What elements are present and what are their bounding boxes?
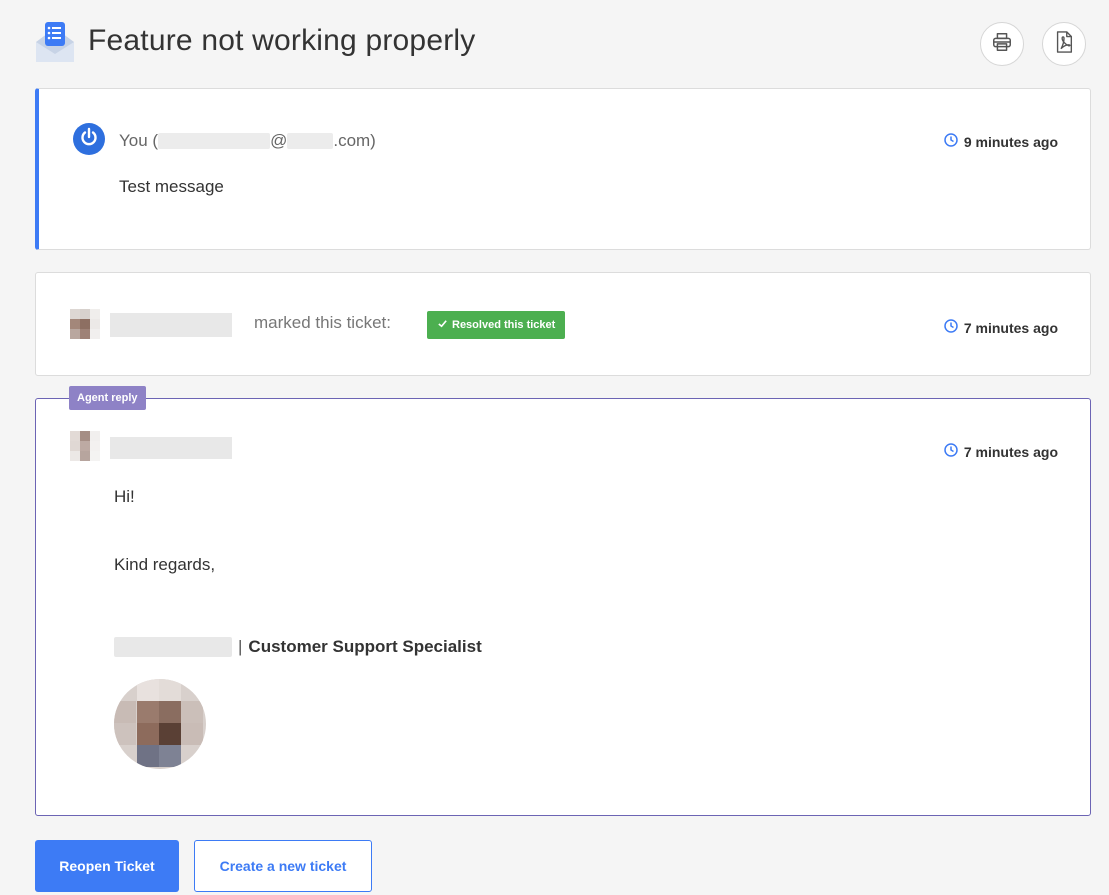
email-suffix: .com) [333,131,376,150]
redacted-signature-name [114,637,232,657]
print-button[interactable] [980,22,1024,66]
status-event-card: marked this ticket: Resolved this ticket… [35,272,1091,376]
resolved-badge-label: Resolved this ticket [452,319,556,331]
timestamp-text: 9 minutes ago [963,133,1058,150]
clock-icon [944,319,958,336]
page-title: Feature not working properly [88,24,476,57]
reply-signature: | Customer Support Specialist [114,637,482,657]
create-new-ticket-button[interactable]: Create a new ticket [194,840,372,892]
email-at: @ [270,131,288,150]
power-icon [79,127,99,152]
sender-prefix: You ( [119,131,159,150]
redacted-agent-name [110,313,232,337]
reply-closing: Kind regards, [114,555,216,574]
status-action-text: marked this ticket: [254,313,391,332]
signature-photo [114,679,206,769]
ticket-header: Feature not working properly [34,22,1094,70]
message-timestamp: 9 minutes ago [944,133,1058,150]
clock-icon [944,133,958,150]
clock-icon [944,443,958,460]
redacted-email-domain [287,133,334,149]
check-icon [437,318,448,332]
printer-icon [991,31,1013,58]
reply-timestamp: 7 minutes ago [944,443,1058,460]
message-card: You ( @ .com) Test message 9 minutes ago [35,88,1091,250]
reopen-ticket-button[interactable]: Reopen Ticket [35,840,179,892]
message-sender: You ( @ .com) [119,131,376,151]
status-timestamp: 7 minutes ago [944,319,1058,336]
user-avatar [73,123,105,155]
pdf-button[interactable] [1042,22,1086,66]
agent-reply-card: 7 minutes ago Hi! Kind regards, | Custom… [35,398,1091,816]
signature-separator: | [238,637,243,656]
message-body: Test message [119,177,224,196]
redacted-email-user [158,133,271,149]
signature-title: Customer Support Specialist [248,637,482,656]
agent-reply-avatar [70,431,100,461]
envelope-list-icon [34,22,76,64]
timestamp-text: 7 minutes ago [963,443,1058,460]
agent-reply-badge: Agent reply [69,386,146,410]
redacted-agent-name [110,437,232,459]
reply-greeting: Hi! [114,487,135,506]
agent-avatar [70,309,100,339]
resolved-badge: Resolved this ticket [427,311,566,339]
timestamp-text: 7 minutes ago [963,319,1058,336]
pdf-icon [1054,30,1074,58]
